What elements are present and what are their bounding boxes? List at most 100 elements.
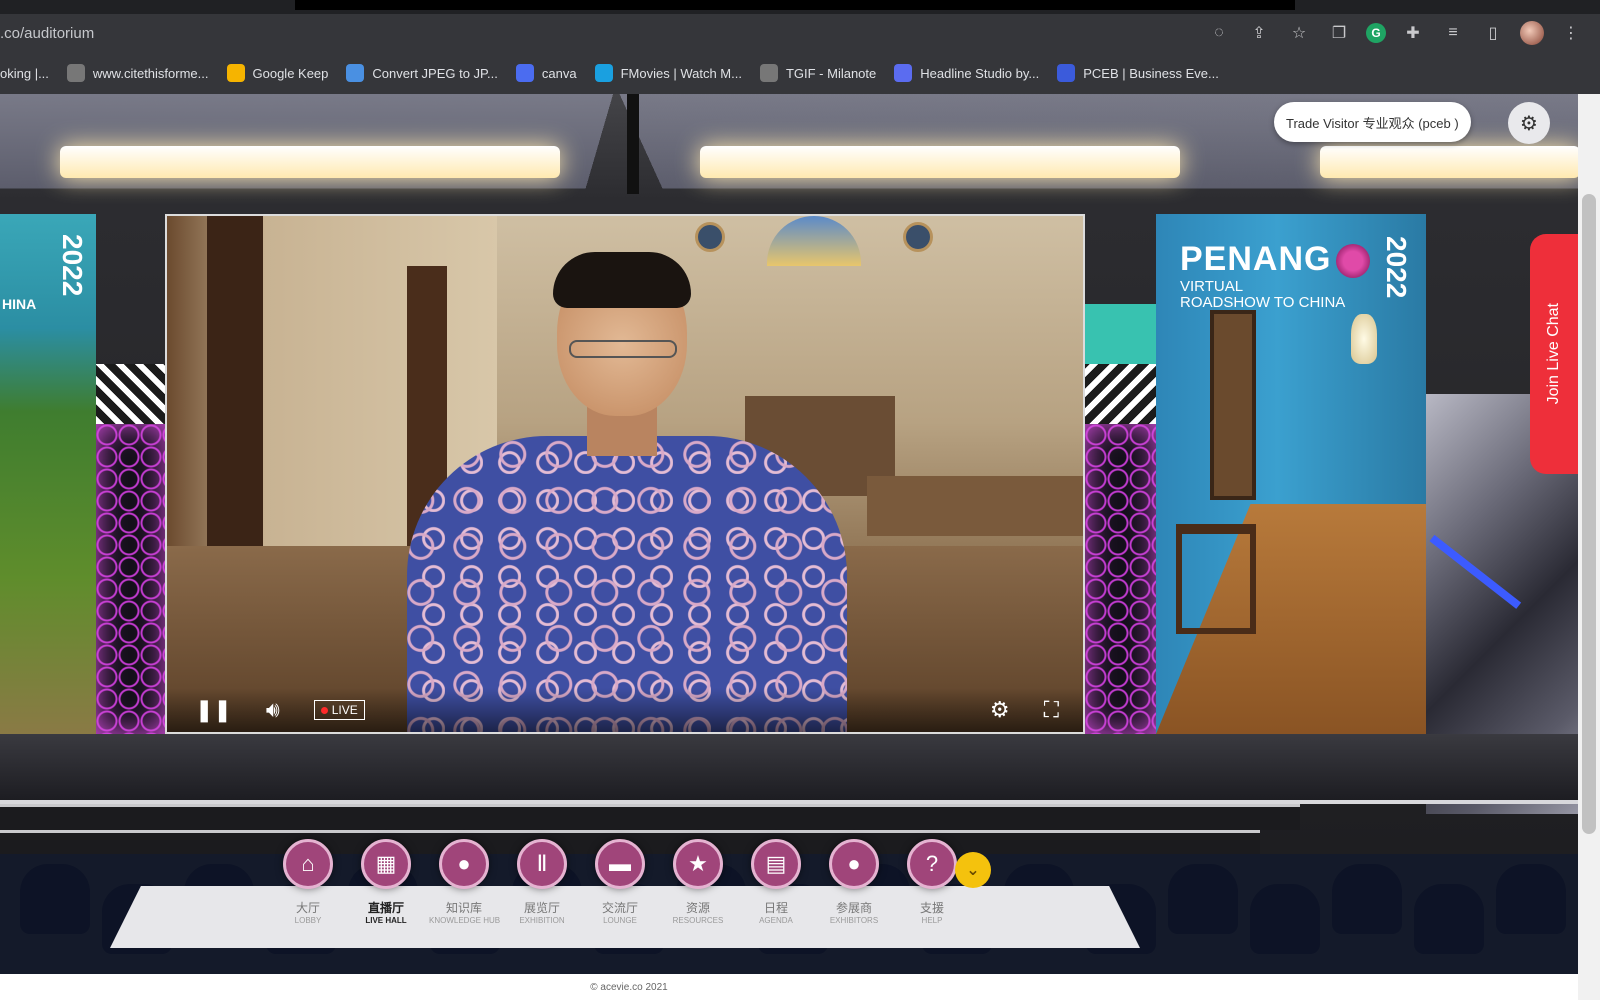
video-ornament <box>903 222 933 252</box>
nav-label-en: HELP <box>921 916 943 925</box>
bookmark-label: TGIF - Milanote <box>785 65 877 81</box>
star-bookmark-icon[interactable]: ☆ <box>1286 20 1312 46</box>
nav-label-cn: 大厅 <box>295 901 320 915</box>
bookmark-label: oking |... <box>0 65 49 81</box>
auditorium-scene: 2022 HINA PENANG VIRTUAL ROADSHOW TO CHI… <box>0 94 1578 974</box>
nav-label-cn: 交流厅 <box>601 901 638 915</box>
pause-icon[interactable]: ❚❚ <box>195 697 232 723</box>
live-video-player[interactable]: ❚❚ 🔊︎ LIVE ⚙ ⛶ <box>165 214 1085 734</box>
banner-right: PENANG VIRTUAL ROADSHOW TO CHINA 2022 <box>1156 214 1426 734</box>
active-tab[interactable] <box>295 0 1295 10</box>
bookmark-label: Convert JPEG to JP... <box>372 65 498 81</box>
bulb-icon: ● <box>439 839 489 889</box>
kebab-menu-icon[interactable]: ⋮ <box>1558 20 1584 46</box>
clipboard-icon: ▤ <box>751 839 801 889</box>
reading-list-icon[interactable]: ≡ <box>1440 20 1466 46</box>
nav-label-cn: 支援 <box>919 901 944 915</box>
bookmark-item[interactable]: oking |... <box>0 66 49 81</box>
fullscreen-icon[interactable]: ⛶ <box>1044 697 1059 723</box>
grammarly-icon[interactable]: G <box>1366 23 1386 43</box>
toolbar-icons: ◌ ⇪ ☆ ❐ G ✚ ≡ ▯ ⋮ <box>1206 20 1584 46</box>
volume-icon[interactable]: 🔊︎ <box>266 697 280 723</box>
audience-seat <box>1168 864 1238 934</box>
nav-item-lobby[interactable]: ⌂ 大厅 LOBBY <box>280 839 336 925</box>
scroll-thumb[interactable] <box>1582 194 1596 834</box>
puzzle-icon[interactable]: ✚ <box>1400 20 1426 46</box>
scrollbar[interactable] <box>1578 94 1600 1000</box>
join-live-chat-button[interactable]: Join Live Chat <box>1530 234 1578 474</box>
ceiling-light <box>60 146 560 178</box>
audience-seat <box>1332 864 1402 934</box>
bookmark-label: canva <box>541 65 577 81</box>
nav-label-cn: 展览厅 <box>523 901 560 915</box>
share-icon[interactable]: ⇪ <box>1246 20 1272 46</box>
extension-stack-icon[interactable]: ❐ <box>1326 20 1352 46</box>
profile-avatar[interactable] <box>1520 21 1544 45</box>
banner-year: 2022 <box>1381 236 1412 299</box>
audience-seat <box>1414 884 1484 954</box>
tab-strip <box>0 0 1600 14</box>
nav-label-en: KNOWLEDGE HUB <box>429 916 501 925</box>
nav-item-lounge[interactable]: ▬ 交流厅 LOUNGE <box>592 839 648 925</box>
nav-item-help[interactable]: ? 支援 HELP <box>904 839 960 925</box>
bookmark-item[interactable]: FMovies | Watch M... <box>594 64 742 82</box>
gear-icon[interactable]: ⚙ <box>990 697 1010 723</box>
banner-sub1: VIRTUAL <box>1180 278 1244 295</box>
stripe-decoration <box>1085 364 1157 424</box>
bookmark-item[interactable]: Headline Studio by... <box>894 64 1039 82</box>
bookmark-item[interactable]: Google Keep <box>226 64 328 82</box>
nav-label-en: LIVE HALL <box>365 916 407 925</box>
nav-item-exhibitors[interactable]: ● 参展商 EXHIBITORS <box>826 839 882 925</box>
live-badge[interactable]: LIVE <box>313 700 365 720</box>
ceiling-divider <box>627 94 639 194</box>
banner-sub2: ROADSHOW TO CHINA <box>1180 294 1346 311</box>
ceiling-light <box>1320 146 1578 178</box>
bookmark-item[interactable]: Convert JPEG to JP... <box>346 64 498 82</box>
bookmark-label: Headline Studio by... <box>920 65 1040 81</box>
nav-item-agenda[interactable]: ▤ 日程 AGENDA <box>748 839 804 925</box>
user-badge[interactable]: Trade Visitor 专业观众 (pceb ) <box>1274 102 1471 142</box>
nav-label-en: EXHIBITORS <box>829 916 879 925</box>
audience-seat <box>1250 884 1320 954</box>
chevron-down-icon[interactable]: ⌄ <box>955 852 991 888</box>
address-bar[interactable]: .co/auditorium ◌ ⇪ ☆ ❐ G ✚ ≡ ▯ ⋮ <box>0 14 1600 52</box>
nav-label-cn: 参展商 <box>835 901 872 915</box>
teal-block <box>1085 304 1157 364</box>
play-icon <box>594 64 613 82</box>
pceb-icon <box>1057 64 1076 82</box>
nav-item-knowledge-hub[interactable]: ● 知识库 KNOWLEDGE HUB <box>429 839 500 925</box>
side-panel-icon[interactable]: ▯ <box>1480 20 1506 46</box>
nav-item-resources[interactable]: ★ 资源 RESOURCES <box>670 839 726 925</box>
banner-lamp <box>1351 314 1377 364</box>
nav-label-cn: 资源 <box>685 901 710 915</box>
penang-logo-icon <box>1336 244 1370 278</box>
nav-item-live-hall[interactable]: ▦ 直播厅 LIVE HALL <box>358 839 414 925</box>
live-hall-icon: ▦ <box>361 839 411 889</box>
bookmark-label: PCEB | Business Eve... <box>1083 65 1219 81</box>
audience-seat <box>1496 864 1566 934</box>
speaker-hair <box>553 252 691 308</box>
bookmark-item[interactable]: canva <box>515 64 577 82</box>
nav-label-en: LOBBY <box>294 916 322 925</box>
bookmark-item[interactable]: TGIF - Milanote <box>759 64 877 82</box>
nav-item-exhibition[interactable]: Ⅱ 展览厅 EXHIBITION <box>514 839 570 925</box>
banner-left-sub: HINA <box>2 296 37 312</box>
speaker-glasses <box>569 340 677 358</box>
bookmark-label: FMovies | Watch M... <box>620 65 742 81</box>
ceiling-light <box>700 146 1180 178</box>
live-dot-icon <box>320 706 328 714</box>
globe-icon <box>66 64 85 82</box>
banner-window <box>1210 310 1256 500</box>
url-text[interactable]: .co/auditorium <box>0 25 94 42</box>
video-ornament <box>695 222 725 252</box>
copyright: © acevie.co 2021 <box>590 981 668 993</box>
bookmark-item[interactable]: www.citethisforme... <box>66 64 209 82</box>
player-controls: ❚❚ 🔊︎ LIVE ⚙ ⛶ <box>167 688 1083 732</box>
person-icon: ● <box>829 839 879 889</box>
gear-icon[interactable]: ⚙ <box>1508 102 1550 144</box>
speaker <box>407 252 847 732</box>
live-label: LIVE <box>331 703 358 717</box>
eye-slash-icon[interactable]: ◌ <box>1206 20 1232 46</box>
stripe-decoration <box>96 364 166 424</box>
bookmark-item[interactable]: PCEB | Business Eve... <box>1057 64 1219 82</box>
